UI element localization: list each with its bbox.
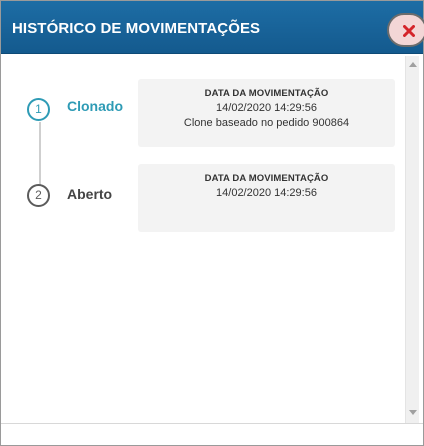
step-1-card: DATA DA MOVIMENTAÇÃO 14/02/2020 14:29:56… xyxy=(138,79,395,147)
step-2-number: 2 xyxy=(27,184,50,207)
dialog-title: HISTÓRICO DE MOVIMENTAÇÕES xyxy=(12,20,261,37)
step-2-label: Aberto xyxy=(67,186,113,202)
scroll-down-icon[interactable] xyxy=(409,410,417,415)
close-button[interactable] xyxy=(387,13,424,47)
history-dialog: HISTÓRICO DE MOVIMENTAÇÕES 1 Clonado DAT… xyxy=(0,0,424,446)
timeline-content: 1 Clonado DATA DA MOVIMENTAÇÃO 14/02/202… xyxy=(3,56,405,423)
step-2-card: DATA DA MOVIMENTAÇÃO 14/02/2020 14:29:56 xyxy=(138,164,395,232)
step-1-label: Clonado xyxy=(67,98,123,114)
step-1-note: Clone baseado no pedido 900864 xyxy=(183,117,350,129)
scroll-up-icon[interactable] xyxy=(409,62,417,67)
timeline-connector xyxy=(39,122,41,187)
dialog-footer xyxy=(1,423,423,445)
close-x-icon xyxy=(403,25,415,37)
step-2-date: 14/02/2020 14:29:56 xyxy=(216,187,317,199)
step-2-card-title: DATA DA MOVIMENTAÇÃO xyxy=(204,173,329,184)
step-1-number: 1 xyxy=(27,98,50,121)
dialog-titlebar: HISTÓRICO DE MOVIMENTAÇÕES xyxy=(1,1,423,54)
step-1-card-title: DATA DA MOVIMENTAÇÃO xyxy=(204,88,329,99)
step-1-date: 14/02/2020 14:29:56 xyxy=(216,102,317,114)
vertical-scrollbar[interactable] xyxy=(405,56,419,423)
